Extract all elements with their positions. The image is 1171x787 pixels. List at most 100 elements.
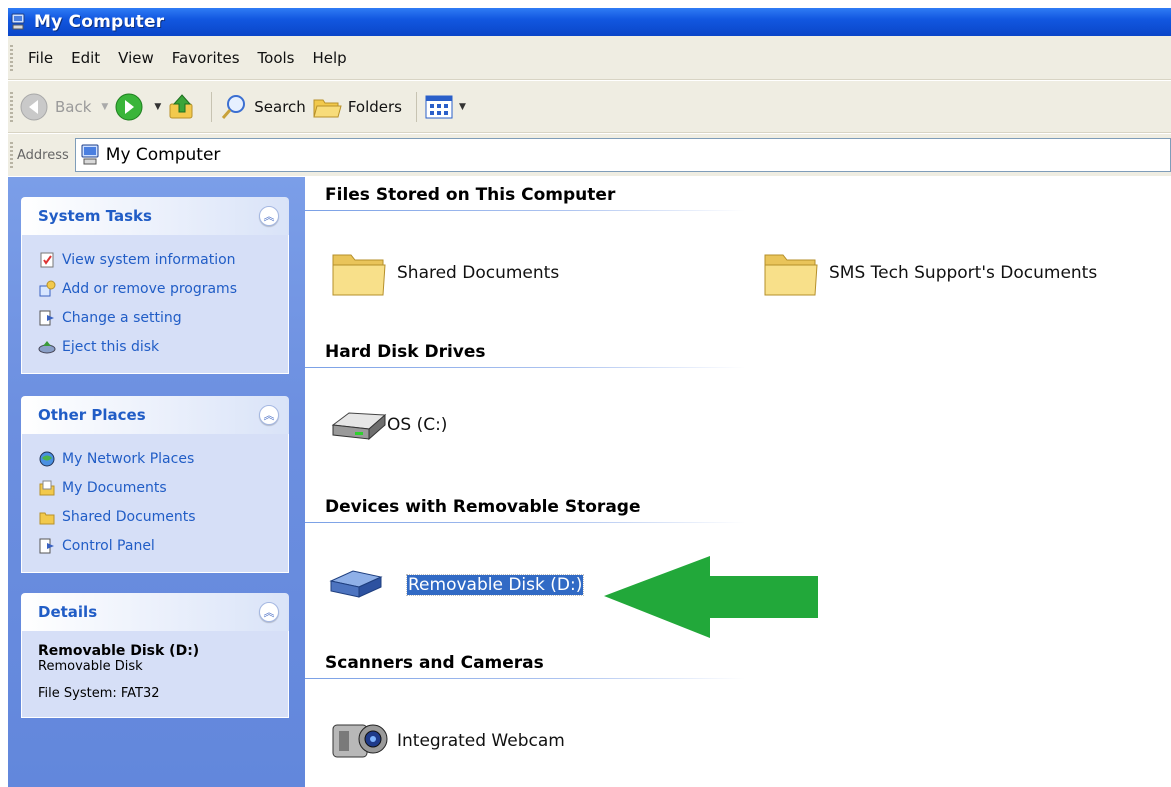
menu-view[interactable]: View (109, 49, 163, 67)
toolbar-separator (211, 91, 213, 122)
search-button[interactable]: Search (220, 93, 306, 121)
task-label: Change a setting (62, 309, 182, 326)
system-tasks-panel: System Tasks ︽ View system information A… (21, 197, 289, 374)
window-title: My Computer (34, 12, 165, 32)
folder-icon (39, 512, 55, 524)
toolbar: Back ▼ ▼ Search Folders ▼ (8, 81, 1171, 133)
webcam-icon (332, 724, 388, 758)
network-places-icon (39, 451, 55, 466)
address-input[interactable]: My Computer (74, 138, 1171, 172)
views-button[interactable] (425, 95, 453, 119)
task-change-setting[interactable]: Change a setting (38, 303, 288, 332)
item-removable-disk-d[interactable]: Removable Disk (D:) (329, 565, 585, 605)
place-my-documents[interactable]: My Documents (38, 473, 288, 502)
other-places-panel: Other Places ︽ My Network Places My Docu… (21, 396, 289, 573)
address-bar: Address My Computer (8, 134, 1171, 176)
task-add-remove-programs[interactable]: Add or remove programs (38, 274, 288, 303)
system-tasks-body: View system information Add or remove pr… (21, 235, 289, 374)
address-label: Address (17, 147, 69, 163)
menu-help[interactable]: Help (304, 49, 356, 67)
task-label: View system information (62, 251, 236, 268)
folders-label: Folders (347, 97, 402, 116)
place-control-panel[interactable]: Control Panel (38, 531, 288, 560)
place-label: Control Panel (62, 537, 155, 554)
collapse-chevron-icon[interactable]: ︽ (259, 206, 279, 226)
other-places-body: My Network Places My Documents Shared Do… (21, 434, 289, 573)
my-documents-icon (39, 480, 55, 495)
section-files-stored: Files Stored on This Computer (325, 185, 616, 205)
collapse-chevron-icon[interactable]: ︽ (259, 602, 279, 622)
item-shared-documents[interactable]: Shared Documents (329, 245, 559, 301)
system-info-icon (40, 252, 54, 267)
forward-dropdown-icon[interactable]: ▼ (154, 102, 161, 112)
details-file-system: File System: FAT32 (38, 686, 160, 701)
folder-icon (332, 254, 386, 296)
place-shared-documents[interactable]: Shared Documents (38, 502, 288, 531)
removable-disk-icon (329, 570, 383, 598)
menu-edit[interactable]: Edit (62, 49, 109, 67)
hard-drive-icon (331, 412, 387, 441)
back-arrow-icon (20, 93, 48, 120)
add-remove-programs-icon (39, 280, 56, 296)
views-icon (425, 95, 453, 118)
eject-disk-icon (38, 340, 56, 353)
place-label: My Documents (62, 479, 167, 496)
address-grip[interactable] (10, 142, 13, 168)
address-value: My Computer (105, 145, 221, 165)
forward-button[interactable] (114, 92, 144, 122)
item-label: SMS Tech Support's Documents (829, 263, 1098, 283)
green-arrow-annotation (604, 556, 818, 638)
item-sms-tech-support-documents[interactable]: SMS Tech Support's Documents (761, 245, 1097, 301)
item-label: Integrated Webcam (397, 731, 565, 751)
details-item-type: Removable Disk (38, 659, 143, 674)
details-title: Details (38, 603, 98, 621)
details-header[interactable]: Details ︽ (21, 593, 289, 631)
details-panel: Details ︽ Removable Disk (D:) Removable … (21, 593, 289, 718)
folders-icon (313, 99, 342, 117)
search-label: Search (254, 97, 306, 116)
back-button[interactable]: Back (19, 92, 91, 122)
title-bar[interactable]: My Computer (8, 8, 1171, 36)
my-computer-icon (11, 13, 25, 30)
item-label: Shared Documents (397, 263, 560, 283)
place-label: Shared Documents (62, 508, 196, 525)
task-view-system-information[interactable]: View system information (38, 245, 288, 274)
section-hard-disk-drives: Hard Disk Drives (325, 342, 486, 362)
section-divider (305, 522, 745, 523)
menu-bar: File Edit View Favorites Tools Help (8, 36, 1171, 80)
menu-favorites[interactable]: Favorites (163, 49, 249, 67)
views-dropdown-icon[interactable]: ▼ (459, 102, 466, 112)
task-label: Eject this disk (62, 338, 160, 355)
details-body: Removable Disk (D:) Removable Disk File … (21, 631, 289, 718)
other-places-header[interactable]: Other Places ︽ (21, 396, 289, 434)
up-button[interactable] (167, 92, 197, 122)
section-divider (305, 367, 745, 368)
place-label: My Network Places (62, 450, 195, 467)
collapse-chevron-icon[interactable]: ︽ (259, 405, 279, 425)
section-scanners-cameras: Scanners and Cameras (325, 653, 544, 673)
task-eject-disk[interactable]: Eject this disk (38, 332, 288, 361)
search-icon (222, 94, 246, 119)
control-panel-icon (39, 310, 54, 325)
item-os-c-drive[interactable]: OS (C:) (329, 403, 447, 447)
menu-grip[interactable] (10, 44, 13, 71)
menu-file[interactable]: File (19, 49, 62, 67)
folder-icon (764, 254, 818, 296)
toolbar-grip[interactable] (10, 91, 13, 122)
item-label: OS (C:) (387, 415, 448, 435)
item-label: Removable Disk (D:) (405, 574, 585, 596)
my-computer-icon (81, 144, 99, 165)
task-label: Add or remove programs (62, 280, 237, 297)
task-pane: System Tasks ︽ View system information A… (8, 177, 305, 787)
folders-button[interactable]: Folders (312, 94, 402, 120)
back-dropdown-icon[interactable]: ▼ (101, 102, 108, 112)
menu-tools[interactable]: Tools (249, 49, 304, 67)
system-tasks-header[interactable]: System Tasks ︽ (21, 197, 289, 235)
details-item-name: Removable Disk (D:) (38, 643, 200, 659)
place-my-network-places[interactable]: My Network Places (38, 444, 288, 473)
section-removable-storage: Devices with Removable Storage (325, 497, 641, 517)
back-label: Back (55, 97, 92, 116)
system-tasks-title: System Tasks (38, 207, 152, 225)
other-places-title: Other Places (38, 406, 146, 424)
item-integrated-webcam[interactable]: Integrated Webcam (329, 713, 565, 769)
